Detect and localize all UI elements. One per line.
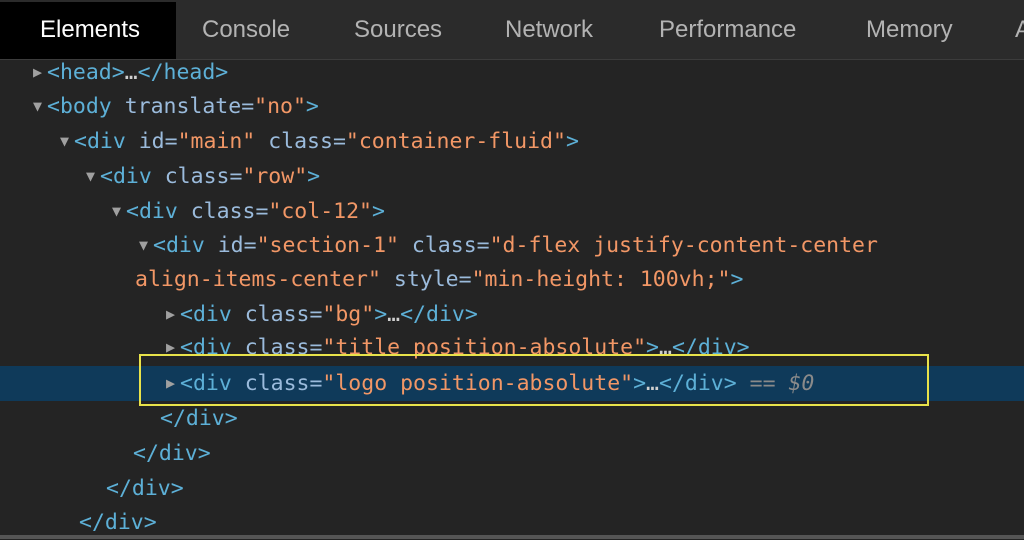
expand-arrow-icon[interactable]: ▶ — [33, 55, 47, 90]
bottom-scrollbar[interactable] — [0, 535, 1024, 539]
close-div-col: </div> — [133, 441, 211, 466]
devtools-tabbar: Elements Console Sources Network Perform… — [0, 0, 1024, 60]
collapse-arrow-icon[interactable]: ▼ — [112, 194, 126, 229]
tab-overflow[interactable]: A — [1015, 2, 1024, 58]
tab-memory[interactable]: Memory — [866, 2, 953, 58]
node-body[interactable]: ▼ <body translate="no"> — [0, 89, 1024, 124]
node-div-section-cont: align-items-center" style="min-height: 1… — [135, 267, 744, 292]
node-div-main[interactable]: ▼ <div id="main" class="container-fluid"> — [0, 124, 1024, 159]
tab-elements[interactable]: Elements — [0, 2, 176, 59]
collapse-arrow-icon[interactable]: ▼ — [33, 89, 47, 124]
node-div-row[interactable]: ▼ <div class="row"> — [0, 159, 1024, 194]
node-div-bg[interactable]: ▶ <div class="bg">…</div> — [0, 297, 1024, 332]
expand-arrow-icon[interactable]: ▶ — [166, 297, 180, 332]
collapse-arrow-icon[interactable]: ▼ — [60, 124, 74, 159]
annotation-highlight-box — [139, 354, 929, 406]
close-div-row: </div> — [106, 476, 184, 501]
tab-console[interactable]: Console — [202, 2, 290, 58]
tab-performance[interactable]: Performance — [659, 2, 796, 58]
node-head[interactable]: ▶ <head>…</head> — [0, 55, 1024, 90]
node-div-section[interactable]: ▼ <div id="section-1" class="d-flex justi… — [0, 228, 1024, 263]
collapse-arrow-icon[interactable]: ▼ — [86, 159, 100, 194]
tab-network[interactable]: Network — [505, 2, 593, 58]
node-div-col[interactable]: ▼ <div class="col-12"> — [0, 194, 1024, 229]
collapse-arrow-icon[interactable]: ▼ — [139, 228, 153, 263]
tab-sources[interactable]: Sources — [354, 2, 442, 58]
close-div-section: </div> — [160, 406, 238, 431]
